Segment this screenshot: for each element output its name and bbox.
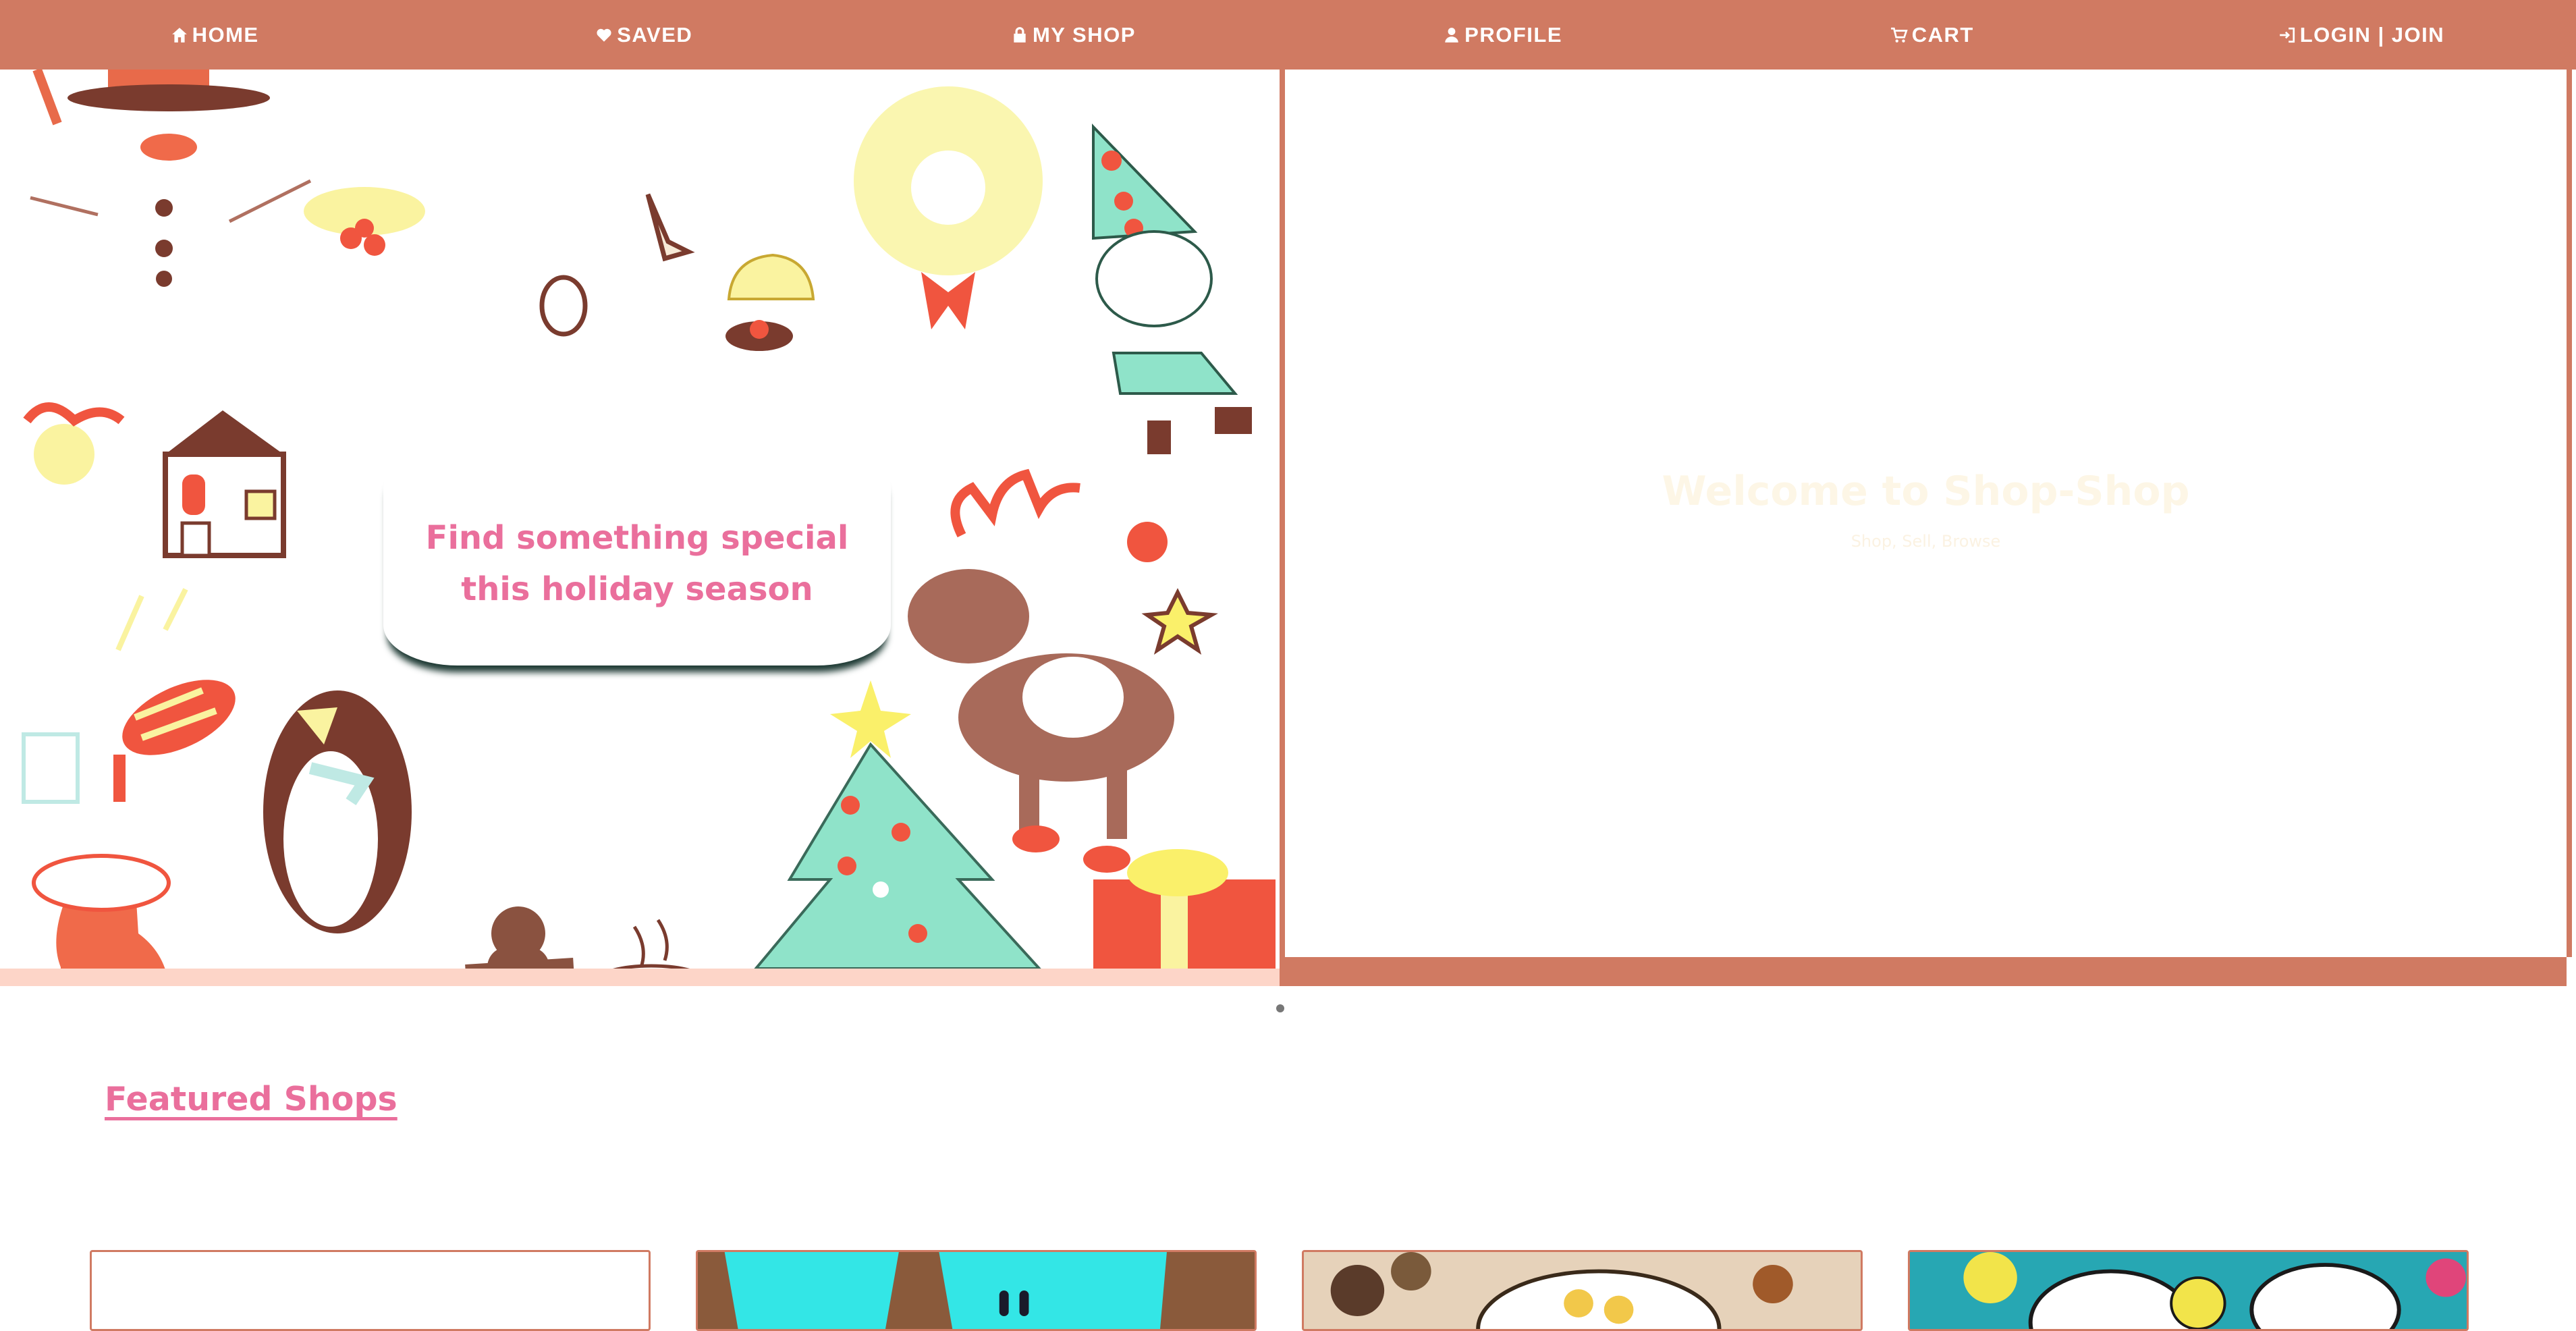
- hero-slide-welcome[interactable]: Welcome to Shop-Shop Shop, Sell, Browse: [1285, 70, 2572, 957]
- drum-drawing: [115, 588, 236, 755]
- nav-profile-label: PROFILE: [1464, 22, 1563, 47]
- welcome-title: Welcome to Shop-Shop: [1662, 468, 2190, 515]
- nav-my-shop[interactable]: MY SHOP: [858, 23, 1288, 47]
- gingerbread-house-drawing: [163, 410, 286, 558]
- nav-cart-label: CART: [1911, 22, 1974, 47]
- wreath-drawing: [854, 86, 1043, 329]
- nav-login-join[interactable]: LOGIN | JOIN: [2147, 23, 2576, 47]
- snowman-drawing: [30, 70, 312, 287]
- holiday-banner-text: Find something special this holiday seas…: [425, 518, 849, 608]
- cart-icon: [1890, 26, 1908, 44]
- shop-card[interactable]: [1908, 1250, 2469, 1331]
- nav-saved-label: SAVED: [617, 22, 693, 47]
- lock-icon: [1011, 26, 1029, 44]
- nav-home-label: HOME: [192, 22, 259, 47]
- penguin-drawing: [263, 690, 412, 933]
- top-navigation: HOME SAVED MY SHOP PROFILE CART LOGIN | …: [0, 0, 2576, 70]
- carousel-indicator: [1276, 1004, 1286, 1014]
- hero-slide-holiday[interactable]: Find something special this holiday seas…: [0, 70, 1280, 969]
- holiday-banner-bubble: Find something special this holiday seas…: [383, 461, 891, 666]
- featured-shops-heading: Featured Shops: [105, 1080, 398, 1118]
- shop-card[interactable]: [90, 1250, 651, 1331]
- shop-card-image: [1910, 1252, 2467, 1329]
- hero-right-caption-bar: [1280, 957, 2567, 986]
- shop-card-image: [698, 1252, 1255, 1329]
- nav-cart[interactable]: CART: [1718, 23, 2147, 47]
- nav-home[interactable]: HOME: [0, 23, 429, 47]
- nav-profile[interactable]: PROFILE: [1288, 23, 1718, 47]
- elf-drawing: [1092, 124, 1252, 454]
- login-icon: [2278, 26, 2296, 44]
- reindeer-drawing: [908, 468, 1218, 873]
- bell-drawing: [725, 253, 815, 351]
- nav-my-shop-label: MY SHOP: [1032, 22, 1136, 47]
- hero-left-caption-bar: [0, 969, 1280, 986]
- hero-divider: [1280, 70, 1285, 969]
- welcome-subtitle: Shop, Sell, Browse: [1851, 532, 2001, 551]
- ornament-drawing: [23, 402, 125, 485]
- stocking-drawing: [32, 755, 171, 969]
- holly-drawing: [304, 187, 425, 256]
- shop-card-image: [1304, 1252, 1861, 1329]
- nav-saved[interactable]: SAVED: [429, 23, 858, 47]
- gingerbread-man-drawing: [465, 906, 574, 969]
- mug-drawing: [612, 919, 690, 969]
- heart-icon: [595, 26, 613, 44]
- nav-login-join-label: LOGIN | JOIN: [2299, 22, 2445, 47]
- shop-card[interactable]: [1302, 1250, 1863, 1331]
- home-icon: [171, 26, 188, 44]
- shop-card[interactable]: [696, 1250, 1257, 1331]
- carousel-dot[interactable]: [1276, 1004, 1284, 1012]
- person-icon: [1443, 26, 1460, 44]
